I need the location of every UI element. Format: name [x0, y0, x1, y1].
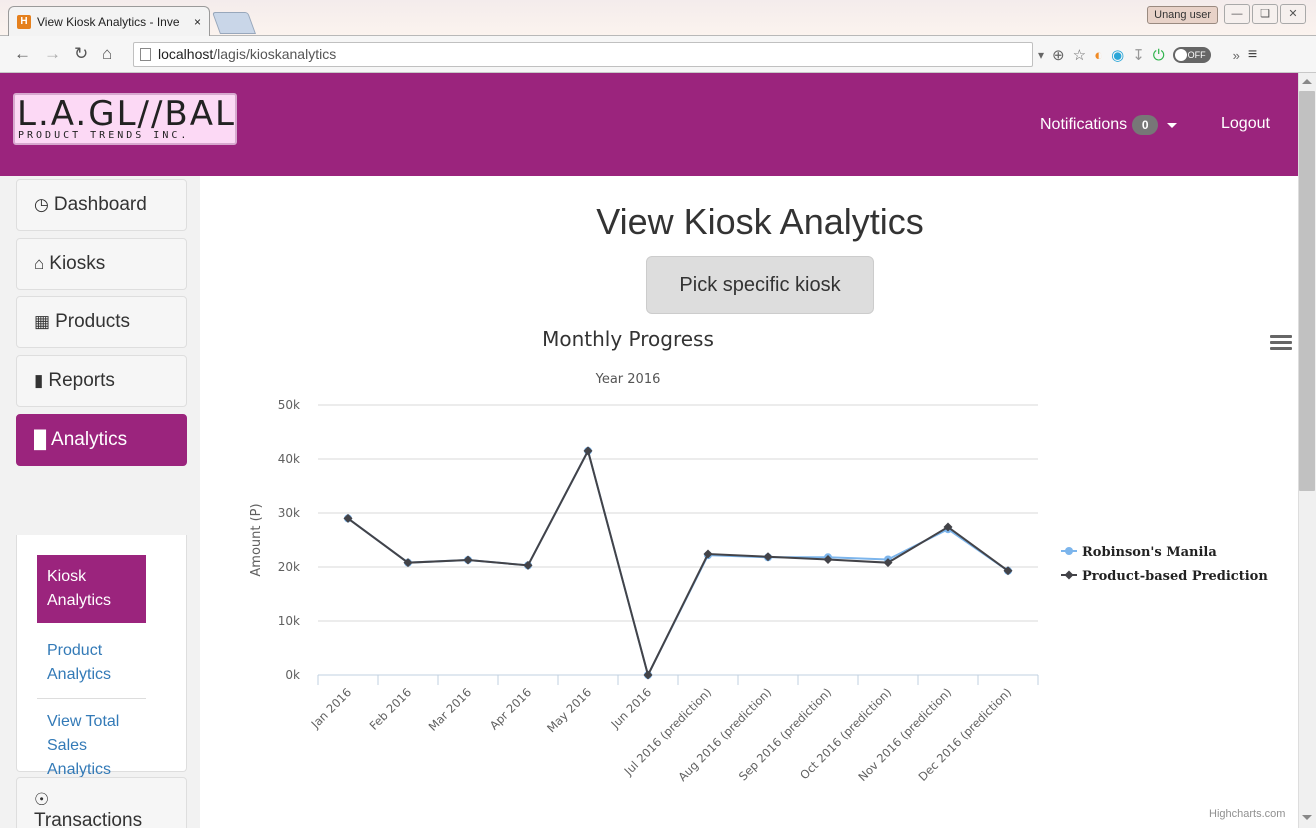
notifications-dropdown[interactable]: Notifications 0 — [1040, 115, 1178, 135]
back-arrow-icon[interactable]: ← — [14, 44, 31, 64]
browser-menu-icon[interactable]: ≡ — [1248, 46, 1257, 64]
chart-title: Monthly Progress — [542, 327, 714, 351]
zoom-icon[interactable]: ⊕ — [1052, 46, 1065, 64]
y-tick-label: 50k — [278, 398, 300, 412]
sidebar-item-label: Reports — [48, 370, 115, 391]
pick-kiosk-button[interactable]: Pick specific kiosk — [646, 256, 874, 314]
legend-marker-1 — [1064, 570, 1074, 580]
briefcase-icon: ▦ — [34, 312, 51, 331]
url-path: /lagis/kioskanalytics — [213, 46, 337, 62]
new-tab-button[interactable] — [211, 12, 257, 34]
legend-label-0: Robinson's Manila — [1082, 545, 1217, 560]
url-host: localhost — [158, 46, 214, 62]
home-icon[interactable]: ⌂ — [102, 44, 112, 64]
off-toggle[interactable]: OFF — [1172, 47, 1211, 63]
scroll-down-icon[interactable] — [1302, 815, 1312, 820]
headphones-icon[interactable]: ◉ — [1111, 46, 1124, 64]
highcharts-credit[interactable]: Highcharts.com — [1209, 808, 1285, 820]
sidebar-item-kiosks[interactable]: ⌂ Kiosks — [16, 238, 187, 290]
y-tick-label: 30k — [278, 506, 300, 520]
logo[interactable]: L.A.GL∕∕BAL PRODUCT TRENDS INC. — [13, 93, 237, 145]
dashboard-gauge-icon: ◷ — [34, 195, 49, 214]
extension-c-icon[interactable]: ◐ — [1094, 47, 1103, 64]
y-tick-label: 10k — [278, 614, 300, 628]
sidebar-item-label: Kiosks — [49, 253, 106, 274]
page-icon — [140, 48, 151, 61]
home-icon: ⌂ — [34, 254, 45, 273]
restore-icon[interactable]: ❏ — [1252, 4, 1278, 24]
download-icon[interactable]: ↧ — [1132, 46, 1145, 64]
logout-link[interactable]: Logout — [1221, 115, 1270, 133]
power-icon[interactable]: ⏻ — [1153, 47, 1165, 64]
submenu-divider — [37, 698, 146, 699]
sidebar-item-reports[interactable]: ▮ Reports — [16, 355, 187, 407]
tab-close-icon[interactable]: × — [194, 15, 201, 29]
sidebar-item-label: Transactions — [34, 810, 143, 828]
browser-toolbar: ← → ↻ ⌂ localhost/lagis/kioskanalytics ▾… — [0, 36, 1316, 73]
series-point-1 — [583, 446, 593, 456]
sidebar-item-label: Products — [55, 311, 131, 332]
logo-main-text: L.A.GL∕∕BAL — [17, 94, 236, 134]
legend-label-1: Product-based Prediction — [1082, 569, 1268, 584]
page: L.A.GL∕∕BAL PRODUCT TRENDS INC. Notifica… — [0, 73, 1316, 828]
sidebar-item-transactions[interactable]: ☉ Transactions — [16, 777, 187, 828]
legend-marker-0 — [1065, 547, 1073, 555]
notifications-count-badge: 0 — [1132, 115, 1159, 135]
notifications-label: Notifications — [1040, 116, 1128, 133]
logo-sub-text: PRODUCT TRENDS INC. — [18, 130, 190, 141]
y-tick-label: 40k — [278, 452, 300, 466]
caret-down-icon — [1167, 122, 1178, 128]
sidebar-item-dashboard[interactable]: ◷ Dashboard — [16, 179, 187, 231]
sidebar: ◷ Dashboard ⌂ Kiosks ▦ Products ▮ Report… — [0, 176, 200, 828]
file-icon: ▮ — [34, 371, 44, 390]
sidebar-item-label: Analytics — [51, 429, 128, 450]
series-line-1 — [347, 448, 1009, 678]
minimize-icon[interactable]: — — [1224, 4, 1250, 24]
series-point-1 — [643, 670, 653, 680]
cart-icon: ☉ — [34, 790, 50, 809]
analytics-submenu: Kiosk Analytics Product Analytics View T… — [16, 535, 187, 778]
submenu-kiosk-analytics[interactable]: Kiosk Analytics — [37, 555, 146, 623]
submenu-total-sales-analytics[interactable]: View Total Sales Analytics — [37, 710, 146, 782]
x-tick-label: Apr 2016 — [487, 685, 534, 732]
x-tick-label: May 2016 — [544, 685, 594, 735]
top-navbar: L.A.GL∕∕BAL PRODUCT TRENDS INC. Notifica… — [0, 73, 1298, 176]
series-line-0 — [347, 448, 1009, 678]
chart-subtitle: Year 2016 — [595, 372, 661, 387]
y-tick-label: 20k — [278, 560, 300, 574]
scroll-up-icon[interactable] — [1302, 79, 1312, 84]
series-point-1 — [523, 560, 533, 570]
address-bar[interactable]: localhost/lagis/kioskanalytics — [133, 42, 1033, 67]
window-user-badge[interactable]: Unang user — [1147, 6, 1218, 24]
x-tick-label: Jun 2016 — [608, 685, 655, 732]
scrollbar-thumb[interactable] — [1299, 91, 1315, 491]
browser-tab[interactable]: H View Kiosk Analytics - Inve × — [8, 6, 210, 36]
series-point-1 — [463, 555, 473, 565]
more-extensions-icon[interactable]: » — [1233, 48, 1240, 63]
y-tick-label: 0k — [285, 668, 300, 682]
bar-chart-icon: █ — [34, 430, 47, 449]
line-chart: Monthly Progress Year 2016 0k 10k 20k 30k 40k 5… — [249, 327, 1268, 784]
sidebar-item-label: Dashboard — [53, 194, 147, 215]
forward-arrow-icon[interactable]: → — [44, 44, 61, 64]
tab-title: View Kiosk Analytics - Inve — [37, 14, 180, 29]
x-tick-label: Mar 2016 — [426, 685, 475, 734]
page-title: View Kiosk Analytics — [596, 201, 924, 242]
close-window-icon[interactable]: ✕ — [1280, 4, 1306, 24]
x-tick-label: Feb 2016 — [367, 685, 415, 733]
reload-icon[interactable]: ↻ — [74, 44, 88, 64]
favicon-icon: H — [17, 14, 31, 29]
sidebar-item-analytics[interactable]: █ Analytics — [16, 414, 187, 466]
browser-tab-strip: H View Kiosk Analytics - Inve × Unang us… — [0, 0, 1316, 36]
y-axis-label: Amount (P) — [249, 503, 264, 576]
series-point-1 — [763, 552, 773, 562]
star-icon[interactable]: ☆ — [1073, 46, 1086, 64]
dropdown-icon[interactable]: ▾ — [1038, 48, 1044, 62]
submenu-product-analytics[interactable]: Product Analytics — [37, 639, 146, 687]
sidebar-item-products[interactable]: ▦ Products — [16, 296, 187, 348]
x-tick-label: Jan 2016 — [308, 685, 354, 731]
